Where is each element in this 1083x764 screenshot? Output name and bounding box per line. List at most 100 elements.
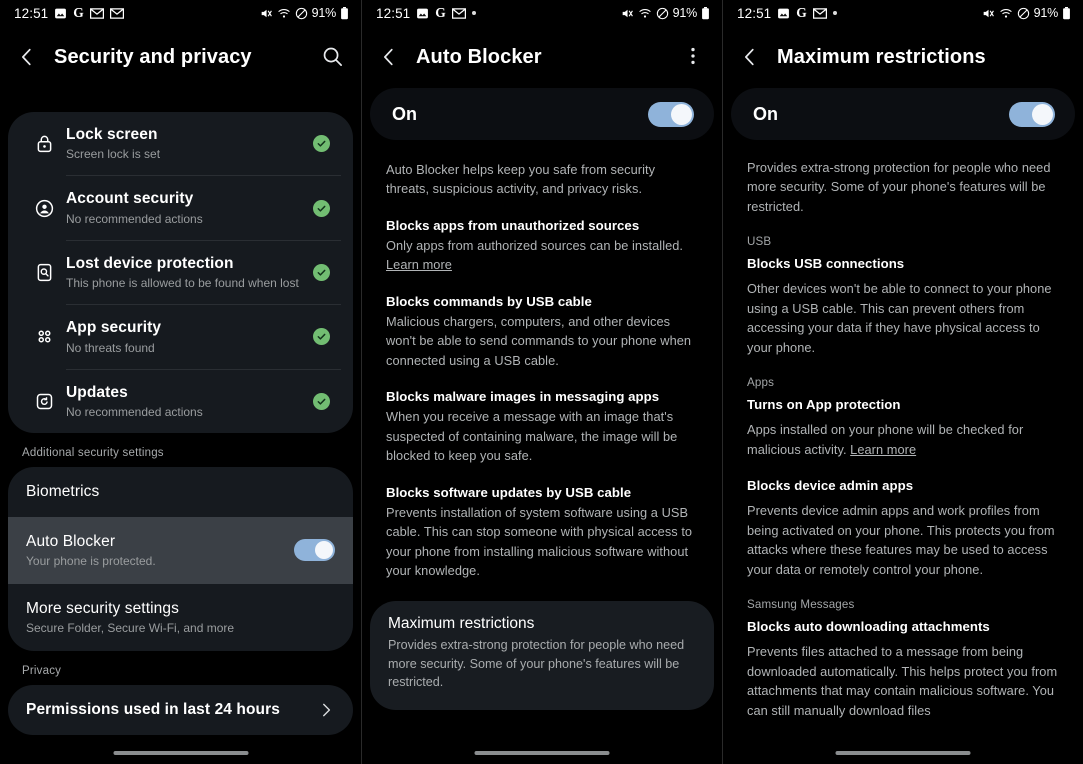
battery-icon — [340, 6, 349, 20]
list-item-subtitle: No recommended actions — [66, 211, 203, 226]
sidebar-item-lost-device-protection[interactable]: Lost device protection This phone is all… — [8, 241, 353, 304]
list-item-title: Lost device protection — [66, 254, 234, 272]
auto-blocker-master-toggle[interactable] — [648, 101, 694, 127]
sidebar-item-lock-screen[interactable]: Lock screen Screen lock is set — [8, 112, 353, 175]
status-badge — [305, 199, 337, 217]
toggle-knob — [671, 103, 692, 125]
wifi-icon — [638, 7, 652, 20]
home-indicator — [113, 751, 248, 755]
list-item-subtitle: This phone is allowed to be found when l… — [66, 276, 299, 291]
check-icon — [312, 135, 330, 153]
list-item-text: App security No threats found — [66, 318, 305, 355]
feature-block: Blocks apps from unauthorized sources On… — [386, 216, 698, 275]
sidebar-item-account-security[interactable]: Account security No recommended actions — [8, 176, 353, 239]
list-item-subtitle: Screen lock is set — [66, 147, 161, 162]
back-chevron-icon[interactable] — [16, 46, 38, 68]
more-options-icon[interactable] — [682, 45, 706, 69]
list-item-text: Updates No recommended actions — [66, 383, 305, 420]
status-bar: 12:51 G 91% — [362, 0, 722, 26]
sidebar-item-permissions-used[interactable]: Permissions used in last 24 hours — [8, 685, 353, 735]
maximum-restrictions-body: Provides extra-strong protection for peo… — [388, 637, 685, 690]
dot-indicator-icon — [832, 11, 837, 15]
app-bar: Auto Blocker — [362, 26, 722, 88]
sidebar-item-more-security-settings[interactable]: More security settings Secure Folder, Se… — [8, 584, 353, 651]
gmail-icon — [109, 7, 124, 19]
feature-block: Blocks USB connections Other devices won… — [747, 254, 1059, 357]
toggle-knob — [1032, 103, 1053, 125]
do-not-disturb-icon — [656, 7, 669, 20]
feature-body: Prevents installation of system software… — [386, 504, 693, 579]
lock-icon — [22, 133, 66, 154]
list-item-subtitle: Your phone is protected. — [26, 553, 156, 568]
sidebar-item-biometrics[interactable]: Biometrics — [8, 467, 353, 517]
battery-percentage: 91% — [1033, 6, 1059, 20]
check-icon — [312, 199, 330, 217]
list-item-text: Auto Blocker Your phone is protected. — [26, 533, 294, 568]
feature-title: Blocks device admin apps — [747, 478, 914, 494]
back-chevron-icon[interactable] — [739, 46, 761, 68]
battery-percentage: 91% — [672, 6, 698, 20]
scrolled-content-remnant — [0, 88, 361, 112]
list-item-title: Biometrics — [26, 482, 100, 500]
section-label-privacy: Privacy — [22, 664, 62, 677]
photos-icon — [777, 7, 790, 20]
feature-title: Blocks USB connections — [747, 256, 905, 272]
toggle-state-label: On — [753, 103, 778, 124]
feature-body: Prevents device admin apps and work prof… — [747, 503, 1055, 577]
maximum-restrictions-on-card[interactable]: On — [731, 88, 1075, 140]
google-icon: G — [435, 5, 446, 20]
maximum-restrictions-master-toggle[interactable] — [1009, 101, 1055, 127]
list-item-title: Updates — [66, 383, 128, 401]
mute-icon — [981, 7, 995, 20]
list-item-subtitle: No threats found — [66, 340, 155, 355]
search-icon[interactable] — [321, 45, 345, 69]
status-badge — [305, 328, 337, 346]
feature-block: Blocks device admin apps Prevents device… — [747, 476, 1059, 579]
gmail-icon — [89, 7, 104, 19]
status-bar-clock: 12:51 — [376, 5, 411, 21]
photos-icon — [416, 7, 429, 20]
feature-block: Blocks malware images in messaging apps … — [386, 387, 698, 465]
status-badge — [305, 135, 337, 153]
mute-icon — [620, 7, 634, 20]
status-bar-clock: 12:51 — [14, 5, 49, 21]
feature-body: Other devices won't be able to connect t… — [747, 281, 1052, 355]
feature-body: Only apps from authorized sources can be… — [386, 236, 698, 275]
auto-blocker-toggle[interactable] — [294, 539, 335, 562]
sidebar-item-app-security[interactable]: App security No threats found — [8, 305, 353, 368]
feature-title: Blocks auto downloading attachments — [747, 619, 990, 635]
list-item-title: App security — [66, 319, 162, 337]
status-bar: 12:51 G 91% — [0, 0, 361, 26]
category-label-apps: Apps — [747, 376, 775, 390]
account-icon — [22, 198, 66, 219]
feature-body: Apps installed on your phone will be che… — [747, 420, 1059, 459]
maximum-restrictions-card[interactable]: Maximum restrictions Provides extra-stro… — [370, 600, 714, 711]
category-label-samsung-messages: Samsung Messages — [747, 598, 855, 612]
back-chevron-icon[interactable] — [378, 46, 400, 68]
learn-more-link[interactable]: Learn more — [850, 442, 916, 457]
intro-paragraph: Auto Blocker helps keep you safe from se… — [386, 162, 656, 197]
auto-blocker-on-card[interactable]: On — [370, 88, 714, 140]
security-status-card: Lock screen Screen lock is set Account s… — [8, 112, 353, 433]
list-item-text: Permissions used in last 24 hours — [26, 701, 317, 719]
list-item-title: Lock screen — [66, 126, 158, 143]
list-item-subtitle: No recommended actions — [66, 404, 203, 419]
feature-title: Blocks malware images in messaging apps — [386, 389, 660, 405]
status-bar-clock: 12:51 — [737, 5, 772, 21]
feature-block: Turns on App protection Apps installed o… — [747, 395, 1059, 459]
feature-block: Blocks commands by USB cable Malicious c… — [386, 292, 698, 370]
list-item-title: Auto Blocker — [26, 532, 116, 550]
status-bar-right: 91% — [259, 6, 349, 20]
status-bar: 12:51 G 91% — [723, 0, 1083, 26]
list-item-text: Lost device protection This phone is all… — [66, 254, 305, 291]
update-icon — [22, 391, 66, 412]
sidebar-item-updates[interactable]: Updates No recommended actions — [8, 370, 353, 433]
feature-title: Blocks commands by USB cable — [386, 293, 592, 309]
sidebar-item-auto-blocker[interactable]: Auto Blocker Your phone is protected. — [8, 516, 353, 584]
wifi-icon — [999, 7, 1013, 20]
learn-more-link[interactable]: Learn more — [386, 257, 452, 272]
panel-security-and-privacy: 12:51 G 91% Security and privacy Lock sc… — [0, 0, 361, 764]
status-badge — [305, 263, 337, 281]
status-bar-left: 12:51 G — [14, 5, 124, 21]
app-bar: Security and privacy — [0, 26, 361, 88]
